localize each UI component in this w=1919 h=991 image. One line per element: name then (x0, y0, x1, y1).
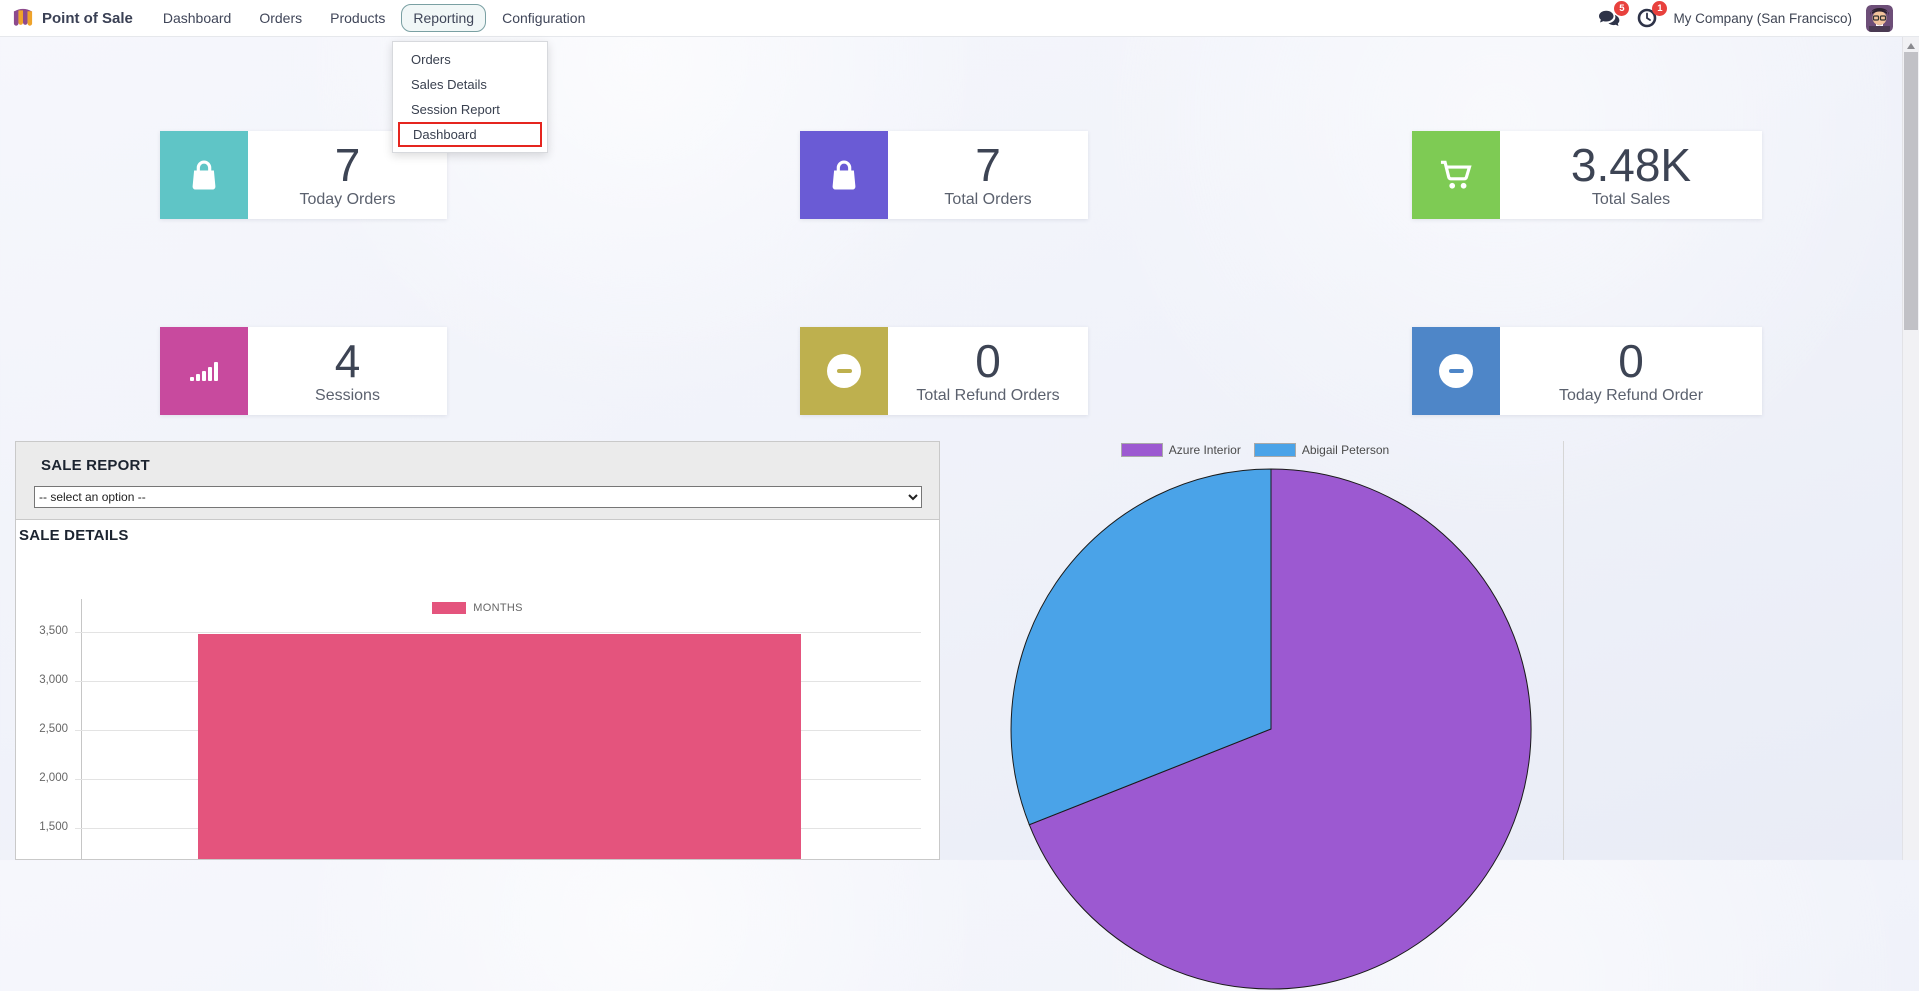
customer-pie-panel: Azure Interior Abigail Peterson (947, 441, 1564, 990)
kpi-value: 7 (334, 138, 361, 191)
kpi-label: Today Refund Order (1558, 387, 1704, 405)
months-bar (198, 633, 801, 859)
y-axis-tick-label: 3,000 (39, 674, 68, 686)
minus-circle-icon (800, 327, 888, 415)
top-navbar: Point of Sale Dashboard Orders Products … (0, 0, 1919, 37)
kpi-label: Total Orders (944, 191, 1032, 209)
kpi-value: 0 (1618, 334, 1644, 387)
app-title[interactable]: Point of Sale (42, 10, 133, 27)
minus-circle-icon (1412, 327, 1500, 415)
nav-item-configuration[interactable]: Configuration (490, 4, 597, 32)
legend-item-abigail-peterson[interactable]: Abigail Peterson (1253, 443, 1389, 457)
company-switcher[interactable]: My Company (San Francisco) (1673, 11, 1852, 26)
sale-report-panel: SALE REPORT -- select an option -- SALE … (15, 441, 940, 860)
kpi-label: Today Orders (299, 191, 396, 209)
nav-item-dashboard[interactable]: Dashboard (151, 4, 244, 32)
azure-interior-swatch (1120, 443, 1163, 457)
kpi-value: 7 (975, 138, 1001, 191)
kpi-label: Sessions (315, 387, 380, 405)
messages-button[interactable]: 5 (1597, 1, 1630, 30)
y-axis-tick-label: 3,500 (39, 625, 68, 637)
nav-item-products[interactable]: Products (318, 4, 397, 32)
messages-badge: 5 (1614, 1, 1630, 16)
customer-pie-chart (1010, 468, 1532, 990)
main-menu: Dashboard Orders Products Reporting Conf… (151, 4, 598, 32)
kpi-value: 4 (334, 334, 361, 387)
abigail-peterson-swatch (1253, 443, 1296, 457)
activities-button[interactable]: 1 (1635, 1, 1668, 30)
kpi-label: Total Sales (1591, 191, 1671, 209)
shopping-bag-icon (800, 131, 888, 219)
kpi-label: Total Refund Orders (916, 387, 1060, 405)
activities-badge: 1 (1652, 1, 1668, 16)
sale-details-bar-chart: 3,500 3,000 2,500 2,000 1,500 (16, 442, 939, 859)
gridline (75, 632, 921, 633)
kpi-card-today-refund-order: 0 Today Refund Order (1412, 327, 1762, 415)
y-axis-tick-label: 2,500 (39, 723, 68, 735)
kpi-value: 0 (975, 334, 1001, 387)
kpi-card-total-sales: 3.48K Total Sales (1412, 131, 1762, 219)
reporting-dropdown-menu: Orders Sales Details Session Report Dash… (392, 41, 548, 153)
y-axis-tick-label: 1,500 (39, 821, 68, 833)
pos-app-logo-icon[interactable] (12, 8, 34, 28)
nav-item-reporting[interactable]: Reporting (401, 4, 487, 32)
user-avatar[interactable] (1866, 4, 1893, 32)
scrollbar-thumb[interactable] (1904, 52, 1918, 330)
pie-chart-legend: Azure Interior Abigail Peterson (947, 443, 1563, 457)
shopping-bag-icon (160, 131, 248, 219)
menu-item-session-report[interactable]: Session Report (393, 97, 547, 122)
scroll-up-arrow[interactable] (1907, 43, 1915, 49)
shopping-cart-icon (1412, 131, 1500, 219)
kpi-card-total-orders: 7 Total Orders (800, 131, 1088, 219)
kpi-card-sessions: 4 Sessions (160, 327, 447, 415)
menu-item-sales-details[interactable]: Sales Details (393, 72, 547, 97)
nav-item-orders[interactable]: Orders (247, 4, 314, 32)
menu-item-orders[interactable]: Orders (393, 47, 547, 72)
kpi-value: 3.48K (1570, 138, 1692, 191)
kpi-card-total-refund-orders: 0 Total Refund Orders (800, 327, 1088, 415)
legend-item-azure-interior[interactable]: Azure Interior (1120, 443, 1241, 457)
menu-item-dashboard[interactable]: Dashboard (398, 122, 542, 147)
y-axis-tick-label: 2,000 (39, 772, 68, 784)
y-axis-line (81, 599, 82, 859)
vertical-scrollbar (1902, 37, 1919, 860)
bar-signal-icon (160, 327, 248, 415)
